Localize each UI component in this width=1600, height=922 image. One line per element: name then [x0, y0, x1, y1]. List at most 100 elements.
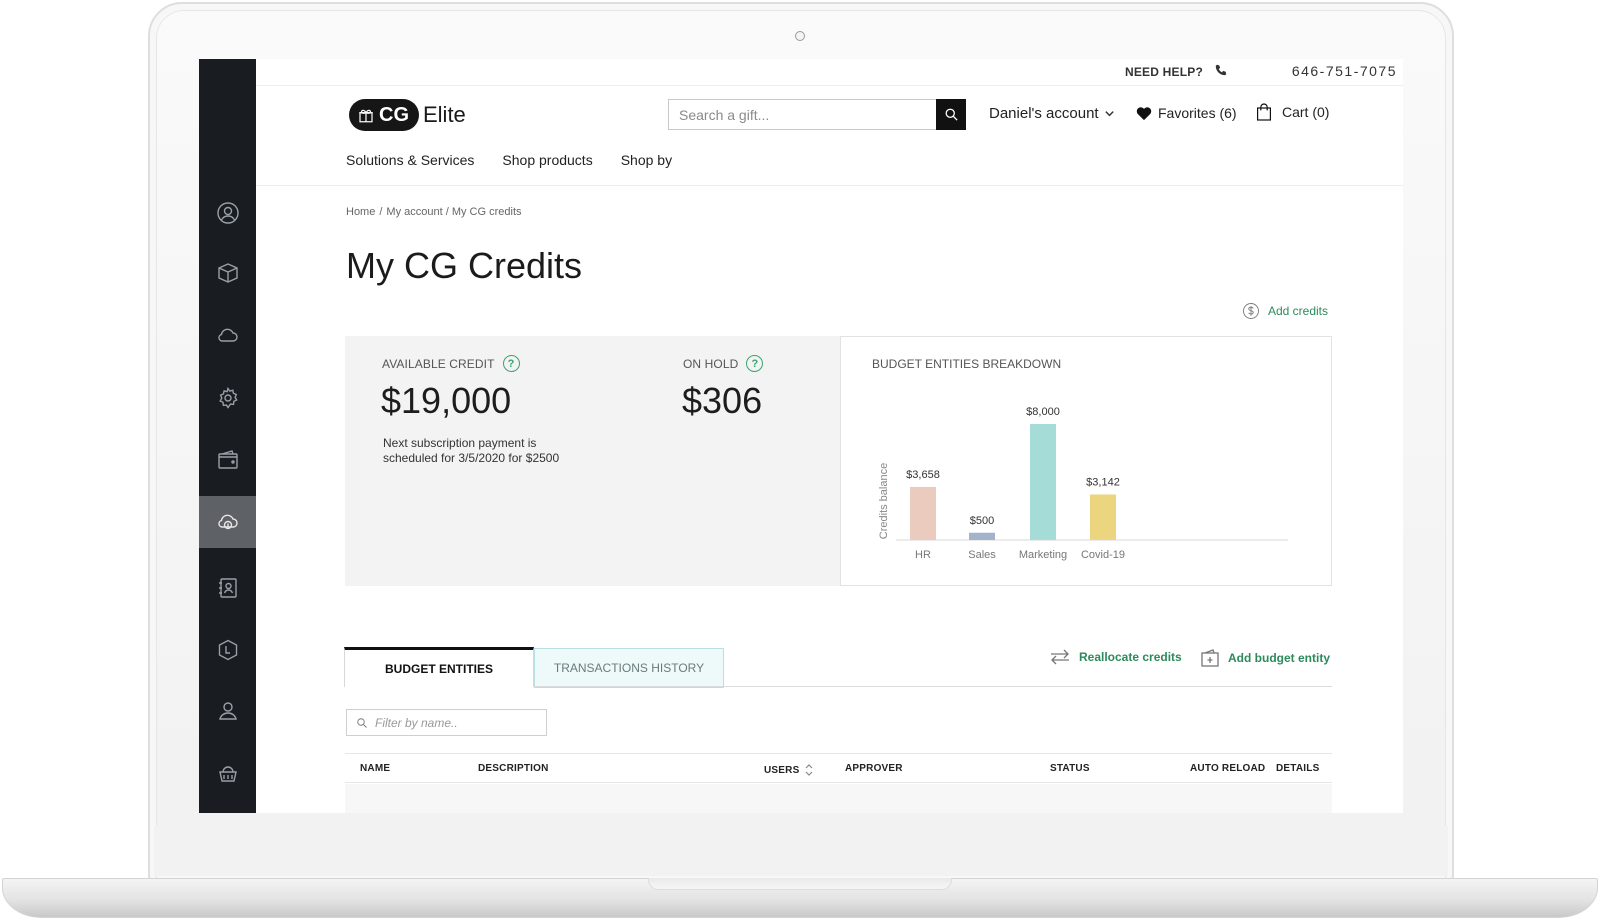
profile-icon[interactable] — [199, 685, 256, 737]
chart-bar — [969, 532, 995, 540]
chart-data-label: $3,142 — [1086, 476, 1120, 488]
account-menu[interactable]: Daniel's account — [989, 105, 1115, 122]
chart-bar — [1090, 494, 1116, 540]
chart-data-label: $3,658 — [906, 469, 940, 481]
chart-data-label: $8,000 — [1026, 406, 1060, 418]
account-menu-label: Daniel's account — [989, 105, 1099, 122]
tab-budget-entities[interactable]: BUDGET ENTITIES — [344, 647, 534, 687]
table-header: NAME DESCRIPTION USERS APPROVER STATUS A… — [345, 753, 1332, 783]
cart-label: Cart (0) — [1282, 104, 1330, 120]
chart-x-tick-label: Marketing — [1019, 549, 1067, 561]
brand-logo[interactable]: CG Elite — [349, 99, 466, 131]
utility-bar: NEED HELP? 646-751-7075 — [256, 59, 1403, 86]
budget-breakdown-chart: BUDGET ENTITIES BREAKDOWN Credits balanc… — [840, 336, 1332, 586]
column-users[interactable]: USERS — [764, 763, 813, 777]
page-title: My CG Credits — [346, 245, 583, 286]
available-credit-value: $19,000 — [381, 380, 512, 421]
breadcrumb: Home / My account / My CG credits — [346, 206, 522, 218]
on-hold-label-text: ON HOLD — [683, 356, 739, 371]
phone-number-link[interactable]: 646-751-7075 — [1292, 63, 1397, 79]
reallocate-credits-button[interactable]: Reallocate credits — [1049, 649, 1182, 665]
chart-x-tick-label: Covid-19 — [1081, 549, 1125, 561]
available-credit-label: AVAILABLE CREDIT ? — [382, 355, 520, 372]
chart-x-tick-label: Sales — [968, 549, 996, 561]
on-hold-value: $306 — [682, 380, 763, 421]
tab-transactions-history[interactable]: TRANSACTIONS HISTORY — [534, 648, 724, 688]
column-status[interactable]: STATUS — [1050, 763, 1090, 774]
tabs-divider — [534, 686, 1332, 687]
search-input[interactable] — [669, 100, 937, 129]
laptop-notch — [648, 878, 952, 890]
swap-arrows-icon — [1051, 649, 1069, 665]
chart-data-label: $500 — [970, 515, 994, 527]
heart-icon — [1136, 106, 1152, 120]
settings-icon[interactable] — [199, 372, 256, 424]
favorites-link[interactable]: Favorites (6) — [1136, 105, 1237, 121]
add-budget-entity-button[interactable]: Add budget entity — [1200, 648, 1330, 668]
side-nav — [199, 59, 256, 813]
need-help-label: NEED HELP? — [1124, 65, 1203, 79]
logo-badge: CG — [349, 99, 419, 131]
column-approver[interactable]: APPROVER — [845, 763, 903, 774]
logo-word: Elite — [423, 102, 466, 127]
nav-solutions-services[interactable]: Solutions & Services — [346, 152, 474, 168]
nav-shop-by[interactable]: Shop by — [621, 152, 672, 168]
search-icon — [945, 108, 958, 121]
add-credits-label: Add credits — [1267, 304, 1328, 318]
bar-chart: Credits balance $3,658 HR $500 Sales $8,000 Ma… — [878, 406, 1288, 561]
filter-box — [346, 709, 547, 736]
search-icon — [357, 718, 367, 728]
search-button[interactable] — [936, 99, 966, 130]
shopping-bag-icon — [1257, 103, 1271, 121]
gift-basket-icon[interactable] — [199, 747, 256, 799]
logistics-icon[interactable] — [199, 624, 256, 676]
column-description[interactable]: DESCRIPTION — [478, 763, 549, 774]
header-divider — [256, 185, 1403, 186]
cloud-icon[interactable] — [199, 309, 256, 361]
add-credits-button[interactable]: Add credits — [1242, 302, 1328, 320]
logo-mark: CG — [379, 103, 409, 126]
help-icon[interactable]: ? — [502, 355, 520, 372]
reallocate-credits-label: Reallocate credits — [1079, 650, 1182, 664]
help-icon[interactable]: ? — [746, 355, 764, 372]
on-hold-label: ON HOLD ? — [683, 355, 764, 372]
search-box — [668, 99, 966, 130]
filter-input[interactable] — [347, 710, 527, 735]
favorites-label: Favorites (6) — [1158, 105, 1237, 121]
sort-icon[interactable] — [805, 763, 813, 777]
subscription-note: Next subscription payment is scheduled f… — [383, 436, 560, 465]
chart-y-axis-label: Credits balance — [878, 463, 890, 539]
cart-link[interactable]: Cart (0) — [1256, 103, 1329, 121]
add-budget-entity-label: Add budget entity — [1228, 651, 1330, 665]
app-screen: NEED HELP? 646-751-7075 CG Elite Search … — [199, 59, 1403, 813]
wallet-icon[interactable] — [199, 434, 256, 486]
chevron-down-icon — [1104, 111, 1114, 117]
chart-bar — [1030, 424, 1056, 540]
box-icon[interactable] — [199, 247, 256, 299]
nav-shop-products[interactable]: Shop products — [502, 152, 592, 168]
table-row — [345, 784, 1332, 813]
breadcrumb-trail[interactable]: My account / My CG credits — [386, 206, 521, 218]
add-wallet-icon — [1201, 649, 1219, 667]
laptop-mockup: NEED HELP? 646-751-7075 CG Elite Search … — [0, 0, 1600, 922]
phone-icon — [1215, 64, 1227, 76]
available-credit-label-text: AVAILABLE CREDIT — [382, 356, 495, 371]
user-icon[interactable] — [199, 187, 256, 239]
contacts-icon[interactable] — [199, 562, 256, 614]
laptop-camera — [795, 31, 805, 41]
chart-bar — [910, 486, 936, 540]
column-users-label: USERS — [764, 764, 800, 776]
laptop-bezel-bottom — [154, 826, 1448, 876]
main-nav: Solutions & Services Shop products Shop … — [346, 152, 672, 168]
breadcrumb-separator: / — [379, 206, 383, 218]
cloud-credit-icon[interactable] — [199, 496, 256, 548]
gift-icon — [359, 109, 373, 123]
breadcrumb-home[interactable]: Home — [346, 206, 375, 218]
tab-bar: BUDGET ENTITIES TRANSACTIONS HISTORY — [344, 647, 724, 688]
dollar-circle-icon — [1243, 303, 1259, 319]
chart-x-tick-label: HR — [915, 549, 931, 561]
column-name[interactable]: NAME — [360, 763, 390, 774]
column-details[interactable]: DETAILS — [1276, 763, 1319, 774]
column-auto-reload[interactable]: AUTO RELOAD — [1190, 763, 1265, 774]
main-content: NEED HELP? 646-751-7075 CG Elite Search … — [256, 59, 1403, 813]
